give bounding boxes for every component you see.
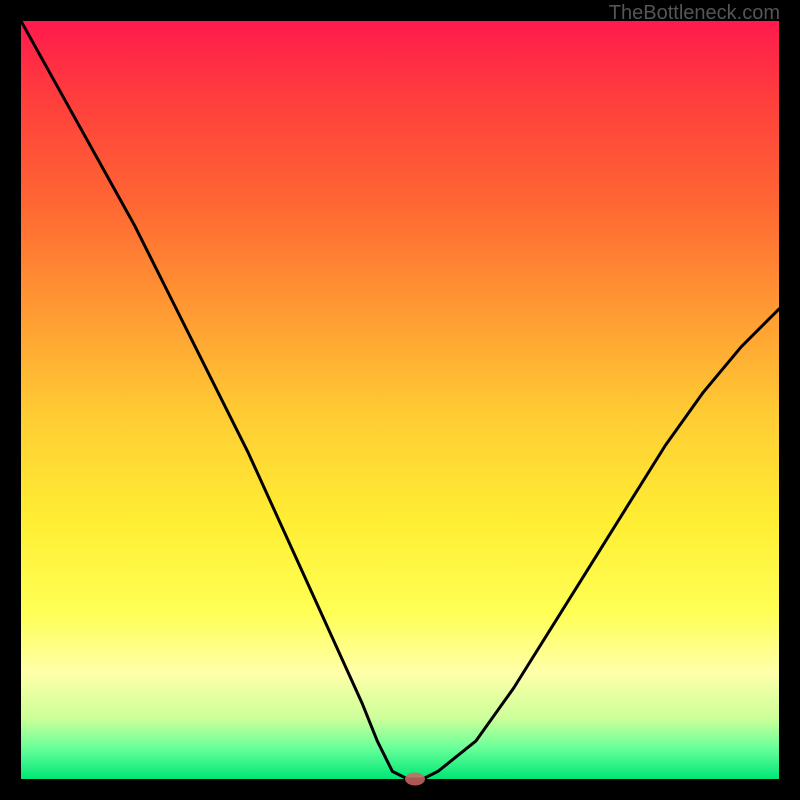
watermark-text: TheBottleneck.com [609,2,780,25]
optimal-point-marker [405,773,425,786]
chart-background [21,21,779,779]
